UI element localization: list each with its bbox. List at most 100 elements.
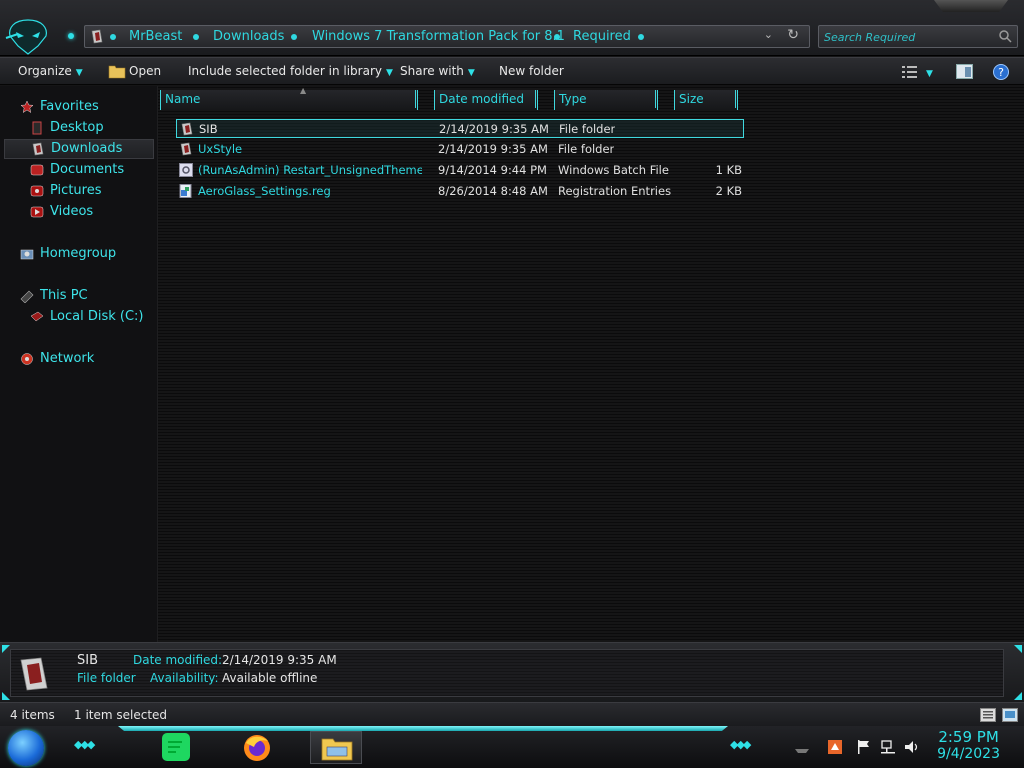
start-orb-button[interactable]: [8, 730, 44, 766]
this-pc-icon: [20, 290, 34, 303]
action-center-flag-icon[interactable]: [856, 739, 872, 755]
nav-label: Network: [40, 351, 95, 366]
preview-pane-icon[interactable]: [956, 64, 973, 79]
corner-accent: [1014, 692, 1022, 700]
network-status-icon[interactable]: [880, 739, 896, 755]
nav-label: Local Disk (C:): [50, 309, 144, 324]
column-header-label: Size: [679, 92, 704, 106]
open-button[interactable]: Open: [129, 64, 161, 78]
nav-videos[interactable]: Videos: [30, 203, 150, 223]
column-filter-dropdown[interactable]: [535, 90, 547, 108]
navigation-pane: Favorites Desktop Downloads Documents Pi…: [0, 86, 158, 642]
search-box[interactable]: [818, 25, 1018, 48]
help-icon[interactable]: ?: [993, 64, 1009, 80]
breadcrumb-separator: [110, 34, 116, 40]
file-row-sib[interactable]: SIB 2/14/2019 9:35 AM File folder: [176, 119, 744, 138]
refresh-icon[interactable]: ↻: [787, 27, 799, 43]
tray-app-icon[interactable]: [827, 739, 843, 755]
file-size: 2 KB: [715, 184, 742, 198]
include-library-label: Include selected folder in library: [188, 64, 382, 78]
title-notch: [934, 0, 1008, 12]
breadcrumb-transformation-pack[interactable]: Windows 7 Transformation Pack for 8.1: [312, 29, 565, 44]
file-row-restart-batch[interactable]: (RunAsAdmin) Restart_UnsignedThemesSe...…: [176, 161, 744, 180]
folder-icon: [181, 122, 193, 136]
file-explorer-icon: [321, 738, 353, 761]
back-button[interactable]: [68, 33, 74, 39]
nav-desktop[interactable]: Desktop: [30, 119, 150, 139]
favorites-star-icon: [20, 100, 34, 114]
address-history-chevron-icon[interactable]: ⌄: [764, 28, 773, 41]
nav-pictures[interactable]: Pictures: [30, 182, 150, 202]
organize-label: Organize: [18, 64, 72, 78]
include-in-library-button[interactable]: Include selected folder in library ▼: [188, 64, 393, 78]
taskbar-app-notes[interactable]: [150, 731, 202, 764]
breadcrumb-mrbeast[interactable]: MrBeast: [129, 29, 182, 44]
system-clock[interactable]: 2:59 PM 9/4/2023: [937, 728, 1000, 762]
file-row-aeroglass-reg[interactable]: AeroGlass_Settings.reg 8/26/2014 8:48 AM…: [176, 182, 744, 201]
details-date-label: Date modified:: [133, 653, 223, 667]
organize-button[interactable]: Organize ▼: [18, 64, 83, 78]
details-name: SIB: [77, 653, 99, 668]
documents-icon: [30, 164, 44, 176]
breadcrumb-required[interactable]: Required: [573, 29, 631, 44]
explorer-window: MrBeast Downloads Windows 7 Transformati…: [0, 0, 1024, 768]
share-with-button[interactable]: Share with ▼: [400, 64, 475, 78]
taskbar-app-firefox[interactable]: [232, 731, 284, 764]
folder-icon: [91, 29, 103, 44]
details-pane: SIB File folder Date modified: 2/14/2019…: [0, 642, 1024, 702]
column-filter-dropdown[interactable]: [415, 90, 427, 108]
column-filter-dropdown[interactable]: [655, 90, 667, 108]
corner-accent: [2, 692, 10, 700]
details-kind: File folder: [77, 671, 136, 685]
nav-homegroup[interactable]: Homegroup: [20, 245, 150, 265]
network-icon: [21, 353, 33, 365]
column-header-label: Type: [559, 92, 587, 106]
clock-time: 2:59 PM: [938, 728, 999, 746]
file-row-uxstyle[interactable]: UxStyle 2/14/2019 9:35 AM File folder: [176, 140, 744, 159]
file-list: Name Date modified Type Size ▲ SIB 2/14/…: [160, 86, 1024, 642]
search-icon[interactable]: [998, 29, 1012, 43]
breadcrumb-downloads[interactable]: Downloads: [213, 29, 284, 44]
taskbar-app-file-explorer[interactable]: [310, 731, 362, 764]
local-disk-icon: [30, 311, 44, 322]
column-filter-dropdown[interactable]: [735, 90, 747, 108]
status-selection: 1 item selected: [74, 708, 168, 722]
column-header-label: Date modified: [439, 92, 525, 106]
nav-downloads[interactable]: Downloads: [4, 139, 154, 159]
volume-speaker-icon[interactable]: [904, 739, 920, 755]
column-header-date-modified[interactable]: Date modified: [434, 90, 538, 110]
new-folder-button[interactable]: New folder: [499, 64, 564, 78]
alien-logo-icon: [5, 19, 47, 55]
selected-folder-thumbnail-icon: [20, 657, 48, 691]
sort-ascending-icon: ▲: [300, 86, 307, 95]
nav-label: Downloads: [51, 141, 123, 156]
folder-icon: [180, 142, 192, 156]
search-input[interactable]: [824, 29, 994, 45]
view-options-icon[interactable]: [902, 65, 918, 79]
taskbar-chevron-decoration-icon: ◆◆◆: [74, 738, 95, 751]
details-view-icon[interactable]: [980, 708, 996, 722]
taskbar: ◆◆◆ ◆◆◆ 2:59 PM 9/4/2023: [0, 726, 1024, 768]
nav-this-pc[interactable]: This PC: [20, 287, 150, 307]
details-availability-label: Availability:: [150, 671, 219, 685]
clock-date: 9/4/2023: [937, 746, 1000, 762]
large-icons-view-icon[interactable]: [1002, 708, 1018, 722]
registry-file-icon: [179, 184, 192, 198]
nav-label: Desktop: [50, 120, 104, 135]
column-header-type[interactable]: Type: [554, 90, 658, 110]
breadcrumb-separator: [554, 34, 560, 40]
nav-documents[interactable]: Documents: [30, 161, 150, 181]
column-header-size[interactable]: Size: [674, 90, 738, 110]
firefox-icon: [244, 735, 270, 761]
nav-network[interactable]: Network: [20, 350, 150, 370]
column-header-name[interactable]: Name: [160, 90, 418, 110]
dropdown-arrow-icon: ▼: [467, 68, 475, 78]
pictures-icon: [30, 185, 44, 197]
nav-local-disk[interactable]: Local Disk (C:): [30, 308, 150, 328]
downloads-icon: [32, 142, 44, 156]
nav-favorites[interactable]: Favorites: [20, 98, 150, 118]
share-with-label: Share with: [400, 64, 464, 78]
view-dropdown-arrow-icon[interactable]: ▼: [926, 65, 933, 79]
address-bar[interactable]: MrBeast Downloads Windows 7 Transformati…: [84, 25, 810, 48]
file-name: SIB: [199, 122, 218, 136]
